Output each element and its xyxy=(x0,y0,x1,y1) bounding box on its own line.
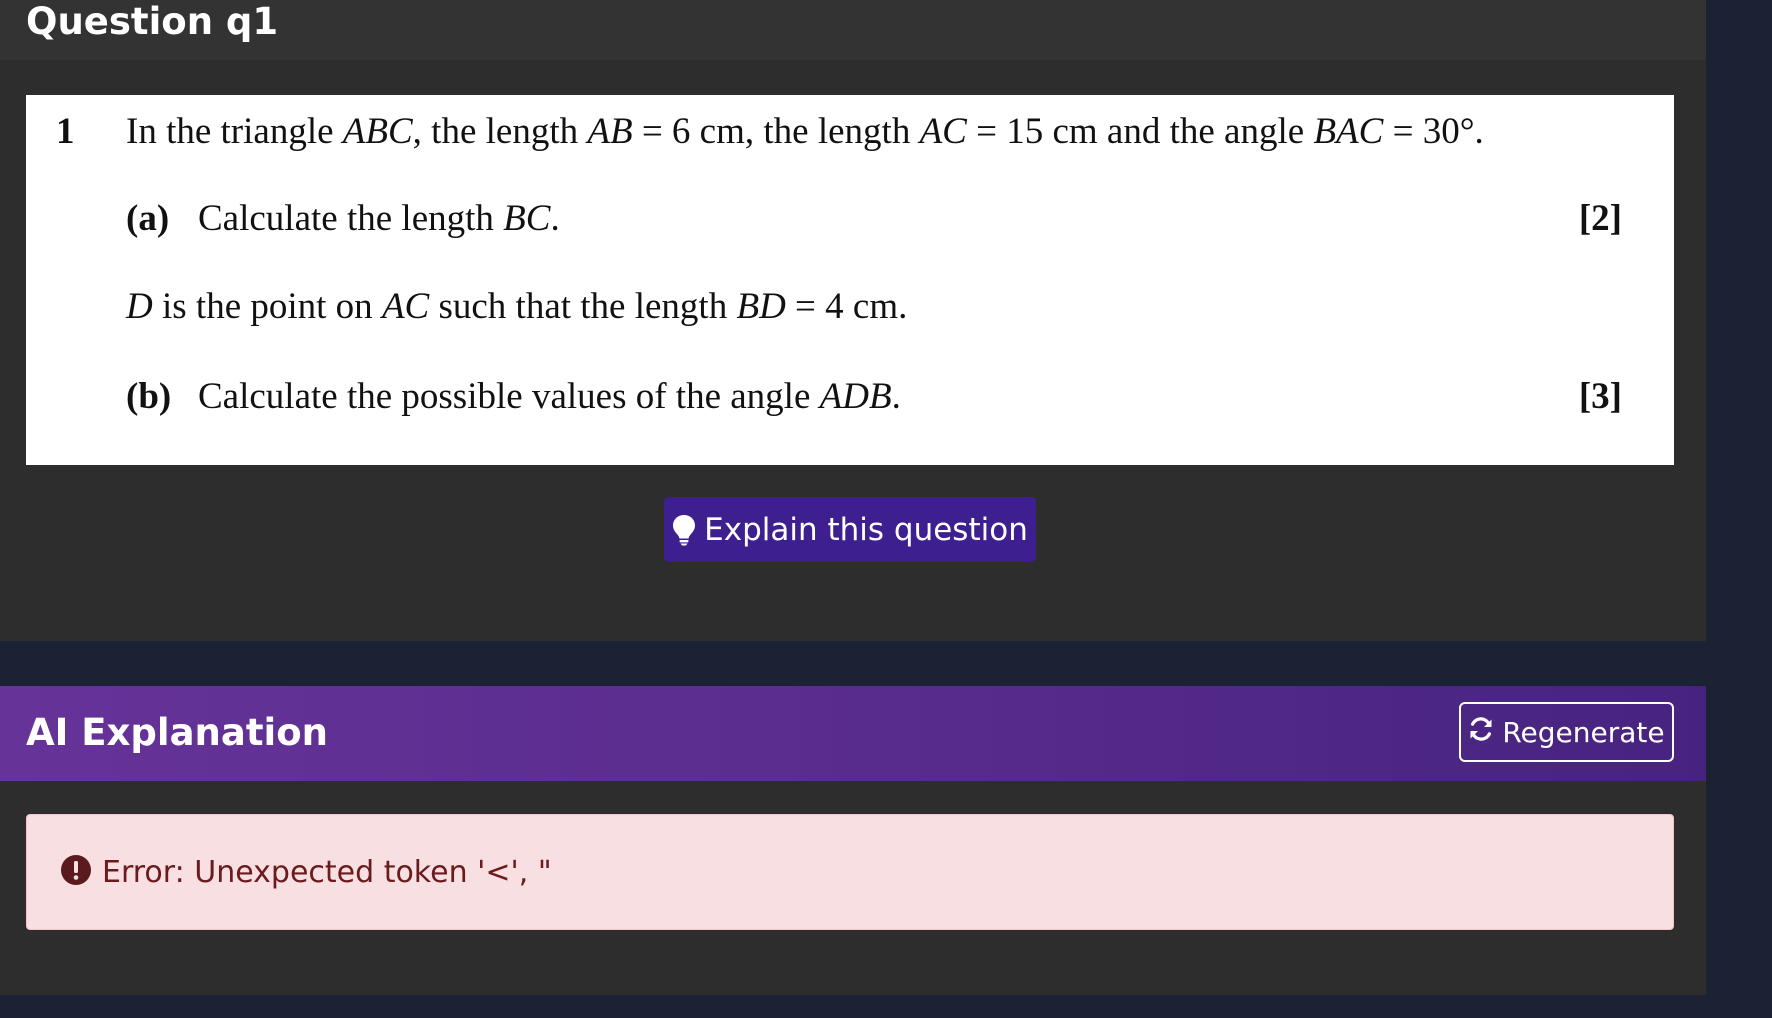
question-number: 1 xyxy=(56,111,75,152)
part-a-marks: [2] xyxy=(1578,198,1622,239)
question-title: Question q1 xyxy=(26,0,279,43)
ai-explanation-title: AI Explanation xyxy=(26,711,328,754)
part-b-label: (b) xyxy=(126,376,172,417)
question-stem: In the triangle ABC, the length AB = 6 c… xyxy=(126,111,1484,152)
ai-explanation-header: AI Explanation Regenerate xyxy=(0,686,1706,781)
ai-explanation-card: AI Explanation Regenerate Error: Unexpec… xyxy=(0,686,1706,995)
part-a-label: (a) xyxy=(126,198,170,239)
question-image: 1 In the triangle ABC, the length AB = 6… xyxy=(26,95,1674,465)
part-a-text: Calculate the length BC. xyxy=(198,198,560,239)
error-message: Error: Unexpected token '<', " xyxy=(102,854,552,890)
regenerate-button[interactable]: Regenerate xyxy=(1459,702,1674,762)
explain-question-button[interactable]: Explain this question xyxy=(664,497,1036,562)
part-b-text: Calculate the possible values of the ang… xyxy=(198,376,901,417)
part-b-marks: [3] xyxy=(1578,376,1622,417)
exclamation-circle-icon xyxy=(60,854,92,890)
error-alert: Error: Unexpected token '<', " xyxy=(26,814,1674,930)
lightbulb-icon xyxy=(672,514,696,546)
regenerate-label: Regenerate xyxy=(1502,715,1665,749)
question-header: Question q1 xyxy=(0,0,1706,60)
question-card: Question q1 1 In the triangle ABC, the l… xyxy=(0,0,1706,641)
refresh-icon xyxy=(1468,716,1494,749)
page-background-strip xyxy=(1706,0,1772,1018)
explain-question-label: Explain this question xyxy=(704,511,1028,548)
point-d-statement: D is the point on AC such that the lengt… xyxy=(126,286,908,327)
